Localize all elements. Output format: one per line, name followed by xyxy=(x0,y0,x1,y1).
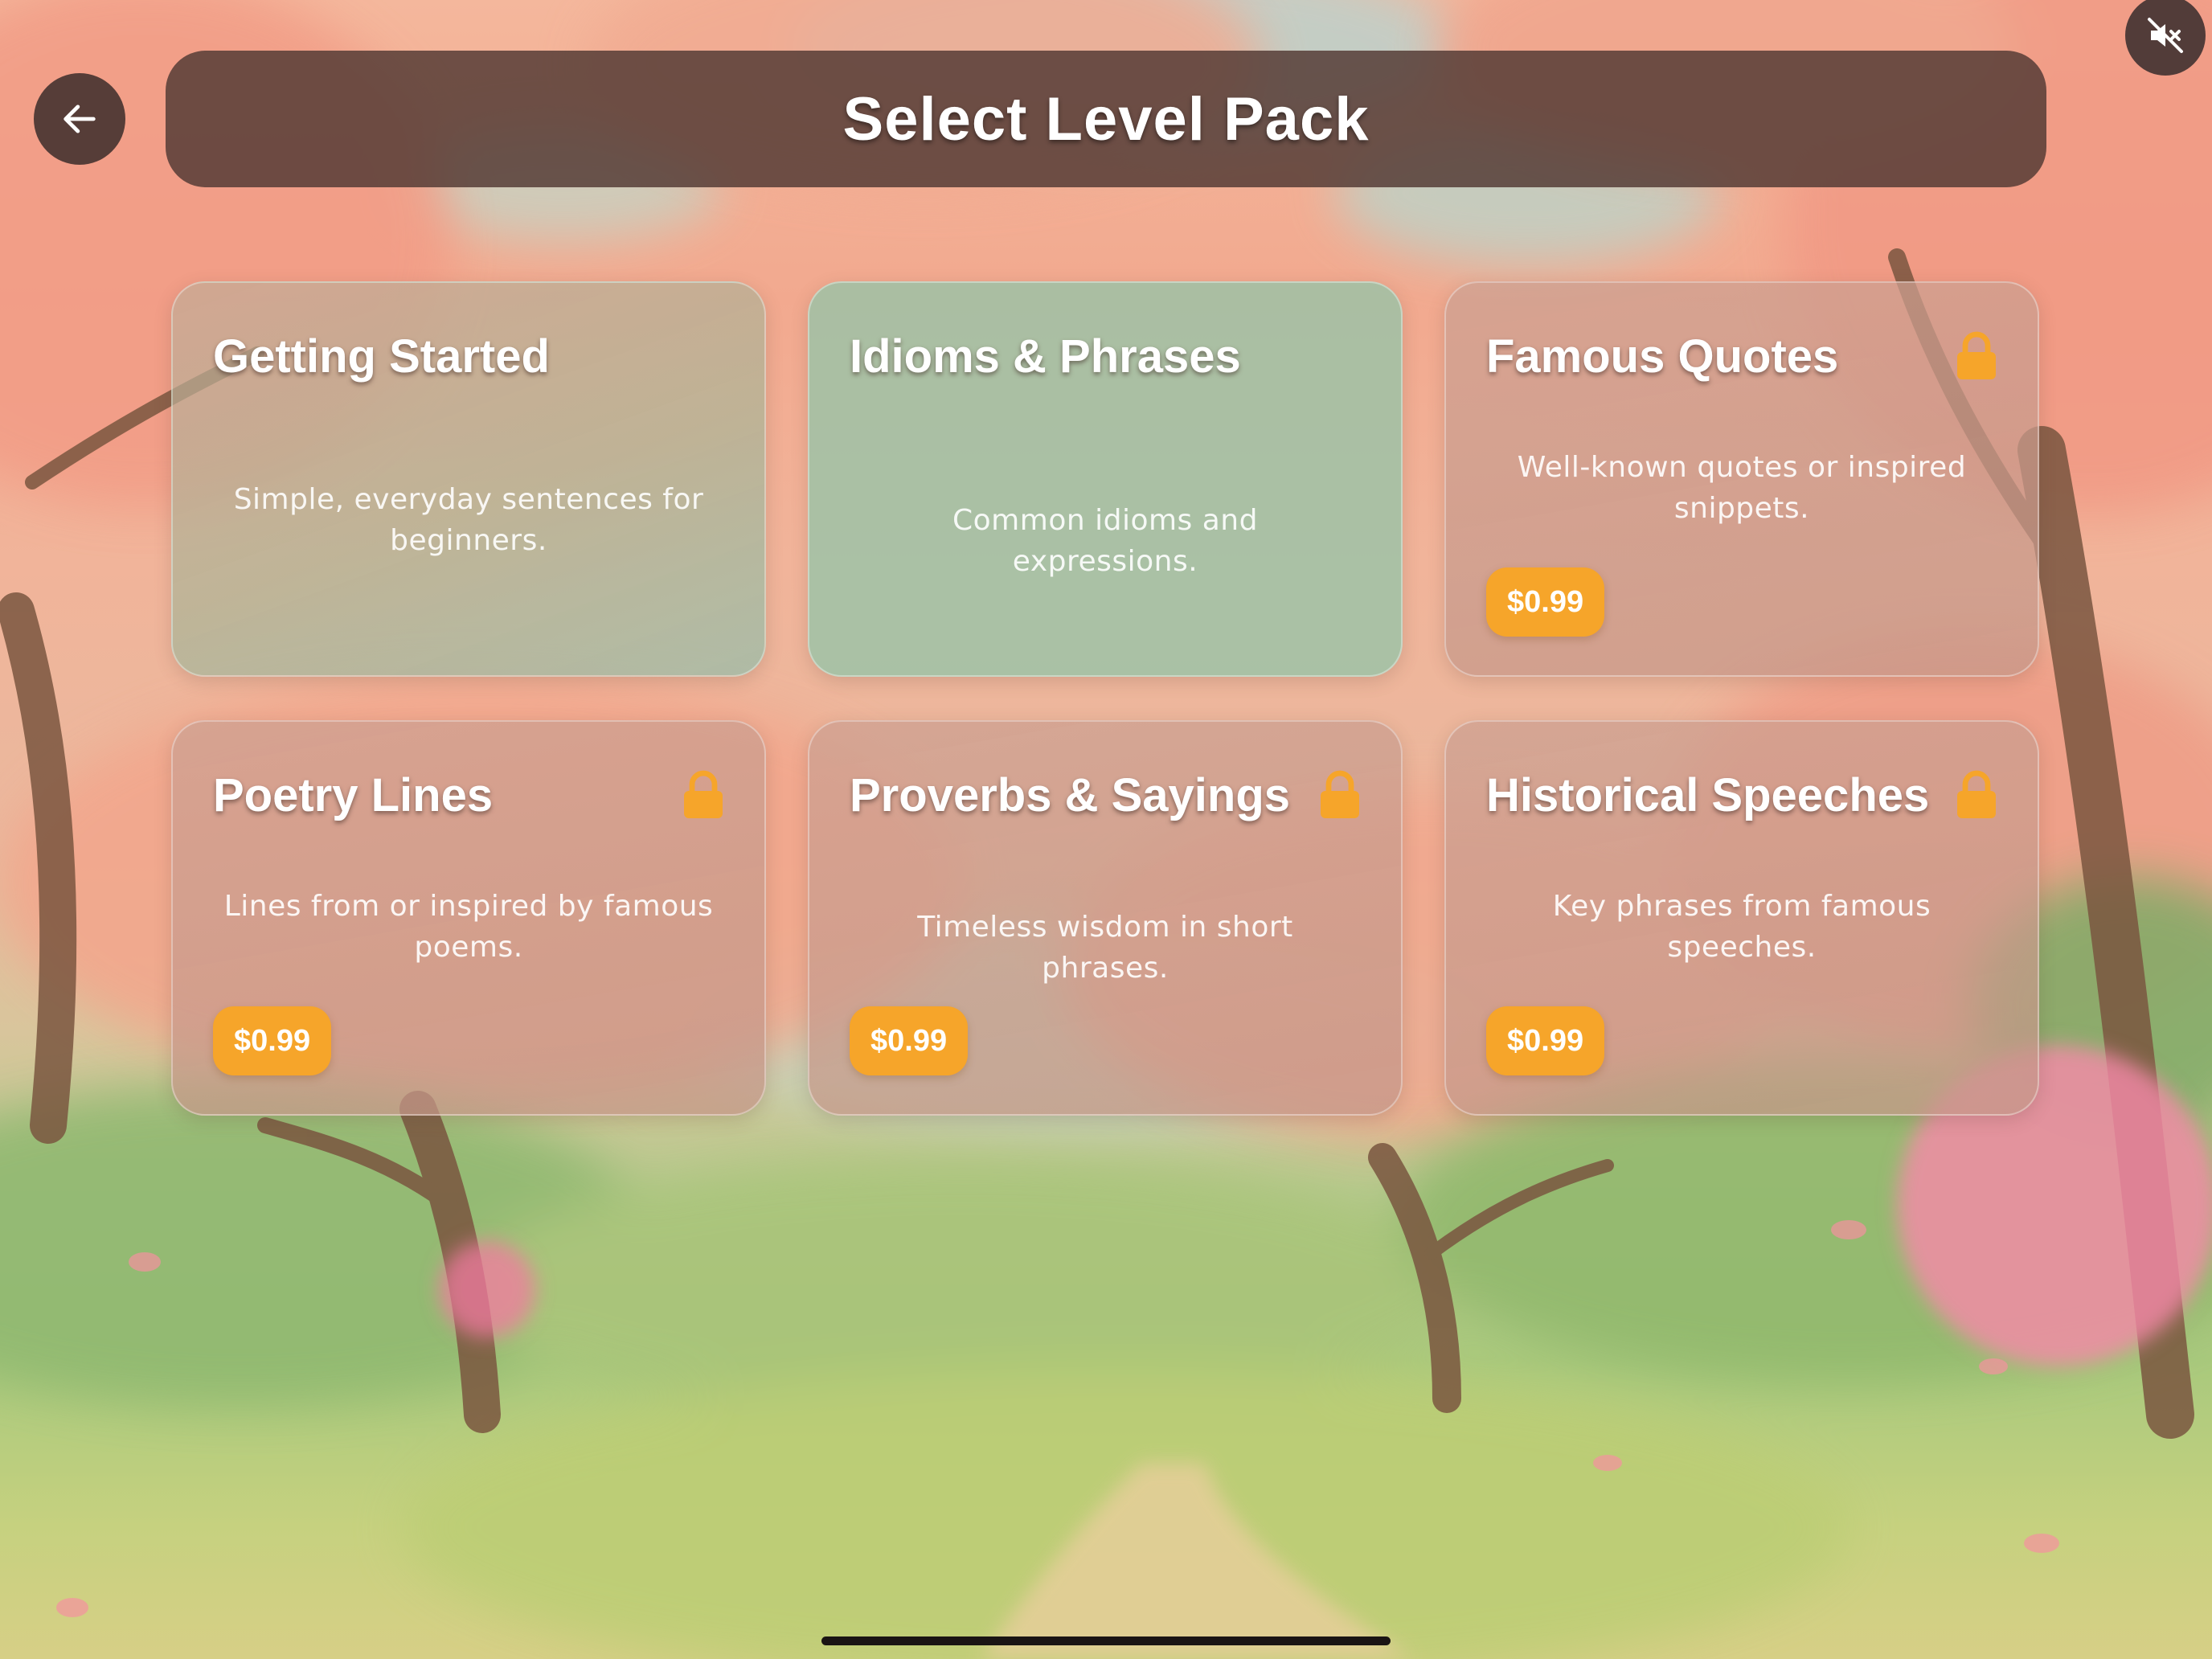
speaker-muted-icon xyxy=(2148,18,2183,53)
lock-icon xyxy=(1957,331,1996,379)
home-indicator[interactable] xyxy=(821,1636,1391,1645)
pack-description: Common idioms and expressions. xyxy=(952,504,1258,578)
lock-icon xyxy=(1321,770,1359,818)
pack-card-idioms-phrases[interactable]: Idioms & Phrases Common idioms and expre… xyxy=(808,281,1403,677)
level-pack-grid: Getting Started Simple, everyday sentenc… xyxy=(171,281,2039,1116)
pack-description: Lines from or inspired by famous poems. xyxy=(223,890,714,964)
back-button[interactable] xyxy=(34,73,125,165)
lock-icon xyxy=(1957,770,1996,818)
pack-title: Idioms & Phrases xyxy=(850,330,1241,383)
pack-description: Key phrases from famous speeches. xyxy=(1552,890,1931,964)
pack-title: Famous Quotes xyxy=(1486,330,1839,383)
pack-title: Getting Started xyxy=(213,330,550,383)
pack-title: Poetry Lines xyxy=(213,769,494,821)
arrow-left-icon xyxy=(63,104,96,133)
price-button[interactable]: $0.99 xyxy=(850,1006,969,1075)
header-bar: Select Level Pack xyxy=(166,51,2046,187)
pack-description: Well-known quotes or inspired snippets. xyxy=(1517,451,1967,525)
page-title: Select Level Pack xyxy=(842,84,1370,154)
price-button[interactable]: $0.99 xyxy=(1486,1006,1605,1075)
pack-title: Proverbs & Sayings xyxy=(850,769,1290,821)
pack-card-historical-speeches[interactable]: Historical Speeches Key phrases from fam… xyxy=(1444,720,2039,1116)
pack-card-proverbs-sayings[interactable]: Proverbs & Sayings Timeless wisdom in sh… xyxy=(808,720,1403,1116)
pack-title: Historical Speeches xyxy=(1486,769,1930,821)
price-button[interactable]: $0.99 xyxy=(213,1006,332,1075)
pack-card-getting-started[interactable]: Getting Started Simple, everyday sentenc… xyxy=(171,281,766,677)
lock-icon xyxy=(684,770,723,818)
price-button[interactable]: $0.99 xyxy=(1486,567,1605,637)
pack-description: Timeless wisdom in short phrases. xyxy=(917,911,1293,985)
pack-card-poetry-lines[interactable]: Poetry Lines Lines from or inspired by f… xyxy=(171,720,766,1116)
pack-description: Simple, everyday sentences for beginners… xyxy=(233,483,704,557)
pack-card-famous-quotes[interactable]: Famous Quotes Well-known quotes or inspi… xyxy=(1444,281,2039,677)
